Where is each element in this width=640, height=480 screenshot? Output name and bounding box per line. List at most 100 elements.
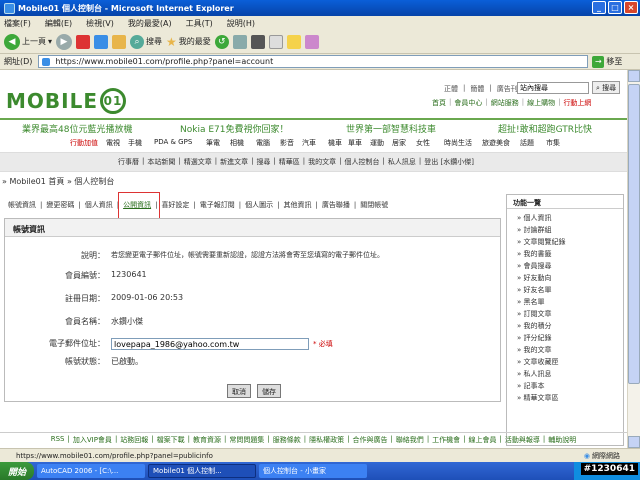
sidebar-item[interactable]: » 討論群組 — [517, 224, 623, 236]
category-nav-item[interactable]: 運動 — [370, 138, 384, 148]
tab-0[interactable]: 帳號資訊 — [8, 200, 36, 210]
taskbar-item[interactable]: Mobile01 個人控制... — [148, 464, 257, 478]
category-nav-item[interactable]: 行動加值 — [70, 138, 98, 148]
subnav-item[interactable]: 行動上網 — [563, 98, 591, 108]
scroll-up-icon[interactable] — [628, 70, 640, 82]
footer-link[interactable]: 線上會員 — [469, 435, 497, 446]
sidebar-item[interactable]: » 黑名單 — [517, 296, 623, 308]
member-bar-link[interactable]: 登出 [水鑽小傑] — [424, 157, 474, 167]
go-button[interactable]: → 移至 — [592, 55, 622, 68]
category-nav-item[interactable]: 影音 — [280, 138, 294, 148]
scroll-thumb[interactable] — [628, 84, 640, 384]
search-button[interactable]: ⌕ 搜尋 — [130, 34, 162, 49]
member-bar-link[interactable]: 私人訊息 — [388, 157, 416, 167]
member-bar-link[interactable]: 精華區 — [279, 157, 300, 167]
favorites-button[interactable]: ★ 我的最愛 — [166, 35, 211, 49]
stop-icon[interactable] — [76, 34, 91, 49]
forward-arrow-icon[interactable]: ▶ — [56, 33, 73, 50]
category-nav-item[interactable]: 汽車 — [302, 138, 316, 148]
research-icon[interactable] — [304, 34, 319, 49]
sidebar-item[interactable]: » 我的積分 — [517, 320, 623, 332]
category-nav-item[interactable]: 電腦 — [256, 138, 270, 148]
sidebar-item[interactable]: » 我的文章 — [517, 344, 623, 356]
taskbar-item[interactable]: AutoCAD 2006 - [C:\... — [37, 464, 146, 478]
vertical-scrollbar[interactable] — [627, 70, 640, 448]
footer-link[interactable]: 站務回報 — [120, 435, 148, 446]
scroll-down-icon[interactable] — [628, 436, 640, 448]
ad-link[interactable]: Nokia E71免費視你回家！ — [180, 122, 288, 135]
subnav-item[interactable]: 網站服務 — [491, 98, 519, 108]
email-field[interactable] — [111, 338, 309, 350]
top-link[interactable]: 簡體 — [470, 84, 484, 94]
sidebar-item[interactable]: » 訂閱文章 — [517, 308, 623, 320]
footer-link[interactable]: 隱私權政策 — [309, 435, 344, 446]
footer-link[interactable]: 活動與報導 — [505, 435, 540, 446]
site-search-input[interactable] — [517, 82, 589, 94]
tab-1[interactable]: 變更密碼 — [46, 200, 74, 210]
footer-link[interactable]: 工作機會 — [432, 435, 460, 446]
subnav-item[interactable]: 首頁 — [432, 98, 446, 108]
menu-favorites[interactable]: 我的最愛(A) — [128, 18, 172, 29]
category-nav-item[interactable]: 機車 — [328, 138, 342, 148]
refresh-icon[interactable] — [94, 34, 109, 49]
edit-icon[interactable] — [268, 34, 283, 49]
sidebar-item[interactable]: » 會員搜尋 — [517, 260, 623, 272]
footer-link[interactable]: 輔助說明 — [548, 435, 576, 446]
tab-2[interactable]: 個人資訊 — [85, 200, 113, 210]
top-link[interactable]: 正體 — [444, 84, 458, 94]
category-nav-item[interactable]: 筆電 — [206, 138, 220, 148]
cancel-button[interactable]: 取消 — [227, 384, 251, 398]
messenger-icon[interactable] — [286, 34, 301, 49]
member-bar-link[interactable]: 本站新聞 — [147, 157, 175, 167]
member-bar-link[interactable]: 個人控制台 — [345, 157, 380, 167]
home-icon[interactable] — [112, 34, 127, 49]
taskbar-item[interactable]: 個人控制台 - 小畫家 — [259, 464, 368, 478]
category-nav-item[interactable]: 市集 — [546, 138, 560, 148]
tab-9[interactable]: 關閉帳號 — [360, 200, 388, 210]
footer-link[interactable]: 服務條款 — [273, 435, 301, 446]
category-nav-item[interactable]: 時尚生活 — [444, 138, 472, 148]
subnav-item[interactable]: 線上購物 — [527, 98, 555, 108]
member-bar-link[interactable]: 新進文章 — [220, 157, 248, 167]
member-bar-link[interactable]: 搜尋 — [256, 157, 270, 167]
footer-link[interactable]: 教育資源 — [193, 435, 221, 446]
footer-link[interactable]: 常問問題集 — [229, 435, 264, 446]
ad-link[interactable]: 業界最高48位元藍光播放機 — [22, 122, 132, 135]
footer-link[interactable]: 加入VIP會員 — [73, 435, 112, 446]
back-button[interactable]: ◀ 上一頁 ▾ — [4, 33, 52, 50]
maximize-icon[interactable]: □ — [608, 1, 622, 14]
menu-help[interactable]: 說明(H) — [227, 18, 255, 29]
tab-6[interactable]: 個人圖示 — [245, 200, 273, 210]
sidebar-item[interactable]: » 好友動向 — [517, 272, 623, 284]
menu-tools[interactable]: 工具(T) — [186, 18, 213, 29]
sidebar-item[interactable]: » 好友名單 — [517, 284, 623, 296]
history-icon[interactable]: ↺ — [214, 34, 229, 49]
tab-4[interactable]: 喜好設定 — [161, 200, 189, 210]
sidebar-item[interactable]: » 我的書籤 — [517, 248, 623, 260]
sidebar-item[interactable]: » 評分紀錄 — [517, 332, 623, 344]
subnav-item[interactable]: 會員中心 — [454, 98, 482, 108]
site-search-button[interactable]: ⌕ 搜尋 — [592, 81, 621, 94]
tab-5[interactable]: 電子報訂閱 — [200, 200, 235, 210]
footer-link[interactable]: RSS — [51, 435, 65, 446]
sidebar-item[interactable]: » 精華文章區 — [517, 392, 623, 404]
sidebar-item[interactable]: » 文章閱覽紀錄 — [517, 236, 623, 248]
category-nav-item[interactable]: 手機 — [128, 138, 142, 148]
sidebar-item[interactable]: » 私人訊息 — [517, 368, 623, 380]
member-bar-link[interactable]: 精選文章 — [184, 157, 212, 167]
tab-7[interactable]: 其他資訊 — [284, 200, 312, 210]
mail-icon[interactable] — [232, 34, 247, 49]
category-nav-item[interactable]: 電視 — [106, 138, 120, 148]
ad-link[interactable]: 世界第一部智慧科技車 — [346, 122, 436, 135]
sidebar-item[interactable]: » 記事本 — [517, 380, 623, 392]
category-nav-item[interactable]: 女性 — [416, 138, 430, 148]
minimize-icon[interactable]: _ — [592, 1, 606, 14]
member-bar-link[interactable]: 行事曆 — [118, 157, 139, 167]
mobile01-logo[interactable]: MOBILE 01 — [6, 88, 126, 114]
category-nav-item[interactable]: PDA & GPS — [154, 138, 192, 146]
footer-link[interactable]: 聯絡我們 — [396, 435, 424, 446]
tab-8[interactable]: 廣告聯播 — [322, 200, 350, 210]
close-icon[interactable]: × — [624, 1, 638, 14]
category-nav-item[interactable]: 單車 — [348, 138, 362, 148]
menu-view[interactable]: 檢視(V) — [86, 18, 114, 29]
